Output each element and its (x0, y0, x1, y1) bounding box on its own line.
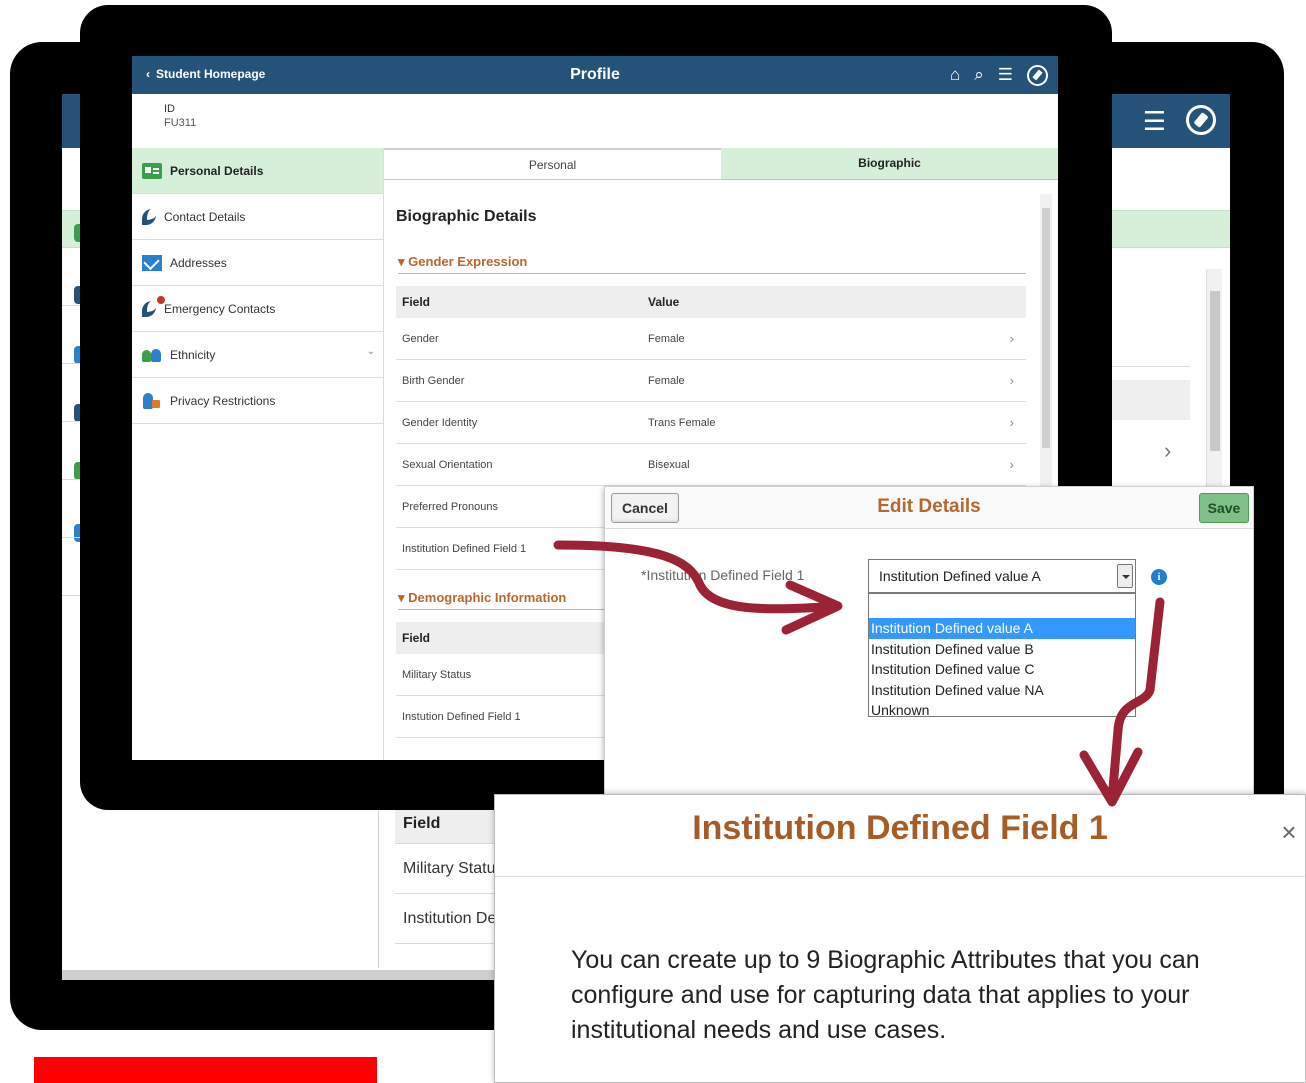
back-table-header (1102, 380, 1190, 420)
row-value: Trans Female (648, 416, 716, 429)
section-heading: Biographic Details (396, 208, 537, 225)
menu-icon[interactable]: ☰ (998, 64, 1013, 86)
red-marker-bar (34, 1057, 377, 1083)
chevron-right-icon: › (1009, 373, 1014, 388)
id-label: ID (164, 103, 175, 115)
tab-bar: Personal Biographic (384, 148, 1058, 180)
sidebar: Personal Details Contact Details Address… (132, 148, 384, 760)
dropdown-option[interactable]: Unknown (869, 700, 1135, 721)
envelope-icon (142, 254, 162, 271)
banner: ‹ Student Homepage Profile ⌂ ⌕ ☰ (132, 56, 1058, 94)
dropdown-options-list: Institution Defined value A Institution … (868, 593, 1136, 718)
sidebar-item-personal-details[interactable]: Personal Details (132, 148, 383, 194)
sidebar-item-label: Addresses (170, 255, 227, 270)
sidebar-item-label: Privacy Restrictions (170, 393, 276, 408)
row-value: Female (648, 332, 685, 345)
sidebar-item-label: Contact Details (164, 209, 246, 224)
demographic-information-toggle[interactable]: ▾ Demographic Information (398, 590, 566, 606)
person-lock-icon (142, 392, 162, 409)
column-field: Field (402, 295, 431, 309)
student-id: ID FU311 (164, 102, 196, 130)
dialog-header: Cancel Edit Details Save (605, 487, 1253, 529)
tab-personal[interactable]: Personal (384, 148, 721, 180)
sidebar-item-privacy-restrictions[interactable]: Privacy Restrictions (132, 378, 383, 424)
emergency-phone-icon (142, 295, 165, 317)
dialog-title: Edit Details (877, 496, 981, 517)
navbar-compass-icon[interactable] (1186, 105, 1216, 135)
id-value: FU311 (164, 117, 197, 129)
sidebar-item-label: Emergency Contacts (164, 301, 276, 316)
back-divider-line (1102, 366, 1190, 367)
screenshot-stage: ☰ › Field Military Status Institution De… (0, 0, 1306, 1083)
phone-icon (142, 208, 156, 225)
navbar-compass-icon[interactable] (1027, 64, 1048, 86)
header-toolbar: ⌂ ⌕ ☰ (950, 64, 1048, 86)
home-icon[interactable]: ⌂ (950, 64, 960, 86)
row-field: Birth Gender (402, 374, 465, 387)
dropdown-option[interactable]: Institution Defined value C (869, 659, 1135, 680)
select-value: Institution Defined value A (879, 568, 1041, 584)
chevron-right-icon: › (1009, 331, 1014, 346)
dropdown-option[interactable]: Institution Defined value B (869, 639, 1135, 660)
row-field: Sexual Orientation (402, 458, 493, 471)
people-icon (142, 347, 162, 363)
chevron-right-icon: › (1009, 415, 1014, 430)
popup-description: You can create up to 9 Biographic Attrib… (571, 946, 1200, 1044)
column-value: Value (648, 295, 680, 309)
chevron-down-icon[interactable]: ⌄ (367, 346, 375, 357)
dropdown-option[interactable]: Institution Defined value A (869, 618, 1135, 639)
table-row[interactable]: Gender Female › (396, 318, 1026, 360)
row-value: Female (648, 374, 685, 387)
close-icon[interactable]: × (1275, 817, 1303, 847)
section-title: Demographic Information (408, 590, 567, 605)
field-info-popup: Institution Defined Field 1 × You can cr… (494, 794, 1306, 1083)
popup-title: Institution Defined Field 1 (692, 809, 1108, 847)
id-card-icon (142, 162, 162, 179)
institution-field-select[interactable]: Institution Defined value A (868, 559, 1136, 593)
caret-down-icon: ▾ (398, 254, 405, 269)
info-icon[interactable]: i (1151, 569, 1167, 585)
sidebar-item-label: Personal Details (170, 163, 264, 178)
page-title: Profile (570, 66, 620, 83)
search-icon[interactable]: ⌕ (974, 64, 984, 86)
edit-details-dialog: Cancel Edit Details Save *Institution De… (604, 486, 1254, 816)
section-title: Gender Expression (408, 254, 528, 269)
table-row[interactable]: Birth Gender Female › (396, 360, 1026, 402)
save-button[interactable]: Save (1199, 493, 1249, 523)
section-divider (398, 273, 1026, 274)
sidebar-item-addresses[interactable]: Addresses (132, 240, 383, 286)
table-header: Field Value (396, 286, 1026, 318)
chevron-right-icon[interactable]: › (1164, 438, 1171, 464)
sidebar-item-contact-details[interactable]: Contact Details (132, 194, 383, 240)
row-field: Gender (402, 332, 439, 345)
chevron-right-icon: › (1009, 457, 1014, 472)
dropdown-arrow-icon[interactable] (1117, 564, 1133, 588)
table-row[interactable]: Gender Identity Trans Female › (396, 402, 1026, 444)
sidebar-item-label: Ethnicity (170, 347, 216, 362)
menu-icon[interactable]: ☰ (1143, 106, 1166, 136)
field-label: *Institution Defined Field 1 (641, 567, 805, 583)
sidebar-item-emergency-contacts[interactable]: Emergency Contacts (132, 286, 383, 332)
dropdown-option[interactable]: Institution Defined value NA (869, 680, 1135, 701)
dropdown-option-blank[interactable] (869, 594, 1135, 618)
table-row[interactable]: Sexual Orientation Bisexual › (396, 444, 1026, 486)
sidebar-item-ethnicity[interactable]: Ethnicity ⌄ (132, 332, 383, 378)
row-value: Bisexual (648, 458, 690, 471)
row-field: Gender Identity (402, 416, 478, 429)
caret-down-icon: ▾ (398, 590, 405, 605)
popup-header: Institution Defined Field 1 × (495, 795, 1305, 877)
gender-expression-toggle[interactable]: ▾ Gender Expression (398, 254, 527, 270)
tab-biographic[interactable]: Biographic (721, 148, 1058, 180)
